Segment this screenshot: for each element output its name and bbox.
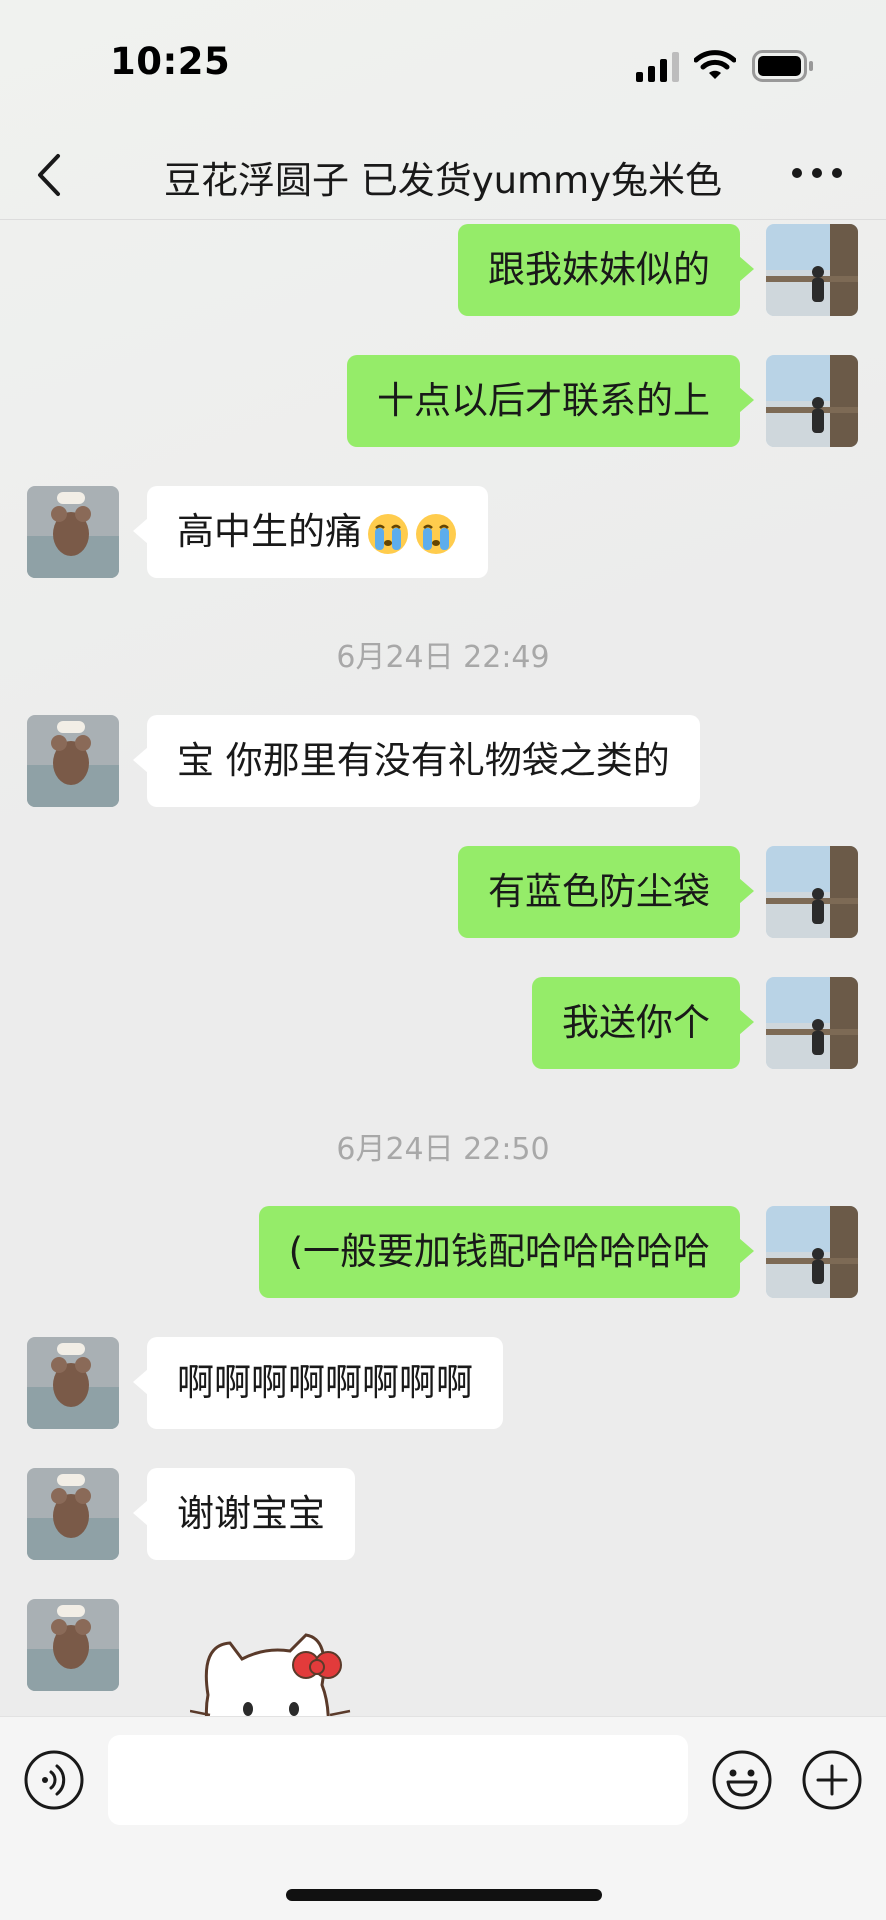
message-row: 宝 你那里有没有礼物袋之类的 [0,715,886,807]
message-bubble[interactable]: 宝 你那里有没有礼物袋之类的 [133,715,700,807]
hello-kitty-sticker[interactable] [190,1625,410,1716]
contact-avatar[interactable] [27,1599,119,1691]
my-avatar[interactable] [766,224,858,316]
status-bar: 10:25 [0,0,886,130]
contact-avatar[interactable] [27,1468,119,1560]
plus-icon[interactable] [801,1749,863,1811]
message-row: 啊啊啊啊啊啊啊啊 [0,1337,886,1429]
message-row: 十点以后才联系的上 [0,355,886,447]
voice-icon[interactable] [23,1749,85,1811]
cellular-signal-icon [636,52,679,82]
message-bubble[interactable]: 跟我妹妹似的 [458,224,754,316]
message-row: 谢谢宝宝 [0,1468,886,1560]
message-row: 高中生的痛 [0,486,886,578]
message-bubble[interactable]: 谢谢宝宝 [133,1468,355,1560]
message-list[interactable]: 跟我妹妹似的 十点以后才联系的上 高中生的痛 6月24日 22:49 宝 你那里… [0,221,886,1716]
message-text: 高中生的痛 [177,510,362,553]
status-time: 10:25 [110,40,231,83]
my-avatar[interactable] [766,846,858,938]
home-indicator[interactable] [286,1889,602,1901]
emoji-face-icon[interactable] [711,1749,773,1811]
message-timestamp: 6月24日 22:49 [336,640,550,675]
message-bubble[interactable]: 我送你个 [532,977,754,1069]
message-row [0,1599,886,1716]
contact-avatar[interactable] [27,1337,119,1429]
more-dots-icon[interactable] [790,158,844,188]
message-timestamp: 6月24日 22:50 [336,1132,550,1167]
chevron-left-icon[interactable] [30,148,70,202]
input-bar [0,1716,886,1920]
chat-title: 豆花浮圆子 已发货yummy兔米色 [163,159,723,202]
contact-avatar[interactable] [27,486,119,578]
chat-screen: 10:25 豆花浮圆子 已发货yummy兔米色 跟我妹妹似的 十点以后才联系的上… [0,0,886,1920]
my-avatar[interactable] [766,355,858,447]
message-row: 我送你个 [0,977,886,1069]
message-bubble[interactable]: 高中生的痛 [133,486,488,578]
message-row: 有蓝色防尘袋 [0,846,886,938]
contact-avatar[interactable] [27,715,119,807]
message-bubble[interactable]: 十点以后才联系的上 [347,355,754,447]
message-bubble[interactable]: (一般要加钱配哈哈哈哈哈 [258,1206,755,1298]
message-row: 跟我妹妹似的 [0,224,886,316]
chat-header: 豆花浮圆子 已发货yummy兔米色 [0,130,886,220]
message-bubble[interactable]: 啊啊啊啊啊啊啊啊 [133,1337,503,1429]
crying-face-icon [416,513,456,554]
wifi-icon [694,50,736,79]
message-input[interactable] [108,1735,688,1825]
crying-face-icon [368,513,408,554]
message-bubble[interactable]: 有蓝色防尘袋 [458,846,754,938]
battery-icon [752,50,813,82]
message-row: (一般要加钱配哈哈哈哈哈 [0,1206,886,1298]
my-avatar[interactable] [766,977,858,1069]
my-avatar[interactable] [766,1206,858,1298]
